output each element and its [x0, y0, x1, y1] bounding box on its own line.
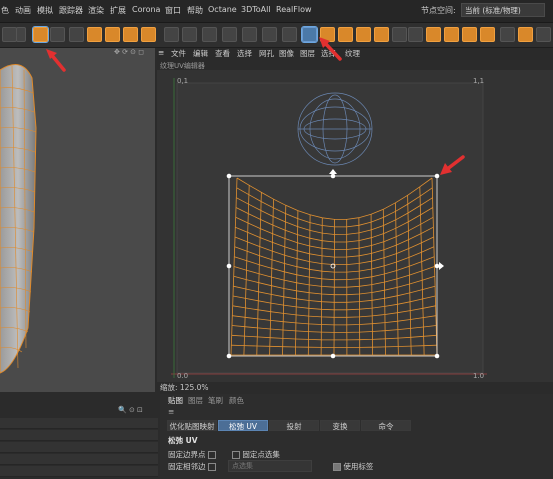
uv-canvas[interactable]: 0,1 1,1 0.0 1.0	[157, 70, 553, 382]
subtab-projection[interactable]: 投射	[269, 420, 319, 431]
subtab-optimal-mapping[interactable]: 优化贴图映射	[167, 420, 217, 431]
tool-button[interactable]	[2, 27, 17, 42]
list-row[interactable]	[0, 466, 158, 477]
tool-button[interactable]	[222, 27, 237, 42]
option-use-tags: 使用标签	[331, 461, 373, 472]
uv-tool-icon[interactable]	[518, 27, 533, 42]
menu-window[interactable]: 窗口	[165, 5, 181, 16]
uv-tool-icon[interactable]	[480, 27, 495, 42]
cube-icon[interactable]	[123, 27, 138, 42]
uv-menu-image[interactable]: 图像	[279, 48, 294, 59]
menu-corona[interactable]: Corona	[132, 5, 160, 14]
menu-bar: 色 动画 模拟 跟踪器 渲染 扩展 Corona 窗口 帮助 Octane 3D…	[0, 0, 553, 23]
tool-button[interactable]	[500, 27, 515, 42]
uv-canvas-drawing	[171, 78, 487, 378]
tab-brush[interactable]: 笔刷	[208, 395, 223, 406]
option-pin-selected: 固定点选集	[230, 449, 280, 460]
option-pin-border: 固定边界点	[168, 449, 216, 460]
subtab-relax-uv[interactable]: 松弛 UV	[218, 420, 268, 431]
menu-tracker[interactable]: 跟踪器	[59, 5, 83, 16]
cube-icon[interactable]	[87, 27, 102, 42]
annotation-arrow-icon	[46, 49, 66, 72]
list-row[interactable]	[0, 418, 158, 429]
menu-simulate[interactable]: 模拟	[37, 5, 53, 16]
tool-button[interactable]	[392, 27, 407, 42]
tool-button[interactable]	[536, 27, 551, 42]
point-set-label: 点选集	[232, 462, 253, 470]
tool-button[interactable]	[408, 27, 423, 42]
3d-viewport[interactable]	[0, 48, 155, 392]
uv-corner-top-left: 0,1	[177, 77, 189, 85]
uv-menu-layer[interactable]: 图层	[300, 48, 315, 59]
viewport-mesh	[0, 64, 37, 374]
tool-button[interactable]	[69, 27, 84, 42]
tab-texture[interactable]: 贴图	[168, 395, 183, 406]
menu-extensions[interactable]: 扩展	[110, 5, 126, 16]
uv-corner-top-right: 1,1	[473, 77, 485, 85]
toolbar	[0, 23, 553, 48]
tool-button[interactable]	[282, 27, 297, 42]
hamburger-icon[interactable]: ≡	[168, 407, 174, 416]
option-pin-neighbors: 固定相邻边	[168, 461, 216, 472]
list-row[interactable]	[0, 430, 158, 441]
annotation-arrow-icon	[440, 155, 465, 175]
uv-relax-icon[interactable]	[301, 26, 318, 43]
attributes-panel-left: 🔍 ⊙ ⊡	[0, 394, 158, 479]
uv-tool-icon[interactable]	[462, 27, 477, 42]
panel-search-icons[interactable]: 🔍 ⊙ ⊡	[118, 406, 143, 414]
uv-menu-file[interactable]: 文件	[171, 48, 186, 59]
section-title: 松弛 UV	[168, 436, 198, 445]
uv-menu-mesh[interactable]: 网孔	[259, 48, 274, 59]
uv-tool-icon[interactable]	[444, 27, 459, 42]
uv-menu-texture[interactable]: 纹理	[345, 48, 360, 59]
pin-neighbors-checkbox[interactable]	[207, 463, 216, 471]
node-space-label: 节点空间:	[421, 6, 456, 15]
uv-corner-bottom-right: 1.0	[473, 372, 485, 380]
uv-editor-menubar: ≡ 文件 编辑 查看 选择 网孔 图像 图层 选择 纹理	[157, 48, 553, 60]
subtab-commands[interactable]: 命令	[361, 420, 411, 431]
tab-color[interactable]: 颜色	[229, 395, 244, 406]
option-pin-selected-label: 固定点选集	[242, 450, 280, 459]
list-row[interactable]	[0, 454, 158, 465]
menu-render[interactable]: 渲染	[88, 5, 104, 16]
menu-help[interactable]: 帮助	[187, 5, 203, 16]
use-tags-checkbox[interactable]	[333, 463, 341, 471]
layout-select[interactable]: 当前 (标准/物理)	[461, 3, 545, 17]
point-set-field[interactable]: 点选集	[228, 460, 312, 472]
uv-point-mode-icon[interactable]	[50, 27, 65, 42]
hamburger-icon[interactable]: ≡	[158, 48, 164, 57]
tool-button[interactable]	[262, 27, 277, 42]
tool-button[interactable]	[202, 27, 217, 42]
uv-menu-edit[interactable]: 编辑	[193, 48, 208, 59]
uv-menu-select[interactable]: 选择	[237, 48, 252, 59]
option-pin-neighbors-label: 固定相邻边	[168, 462, 206, 471]
checker-icon[interactable]	[164, 27, 179, 42]
tab-layer[interactable]: 图层	[188, 395, 203, 406]
subtab-transform[interactable]: 变换	[320, 420, 360, 431]
annotation-arrow-icon	[319, 37, 342, 61]
pin-selected-checkbox[interactable]	[232, 451, 240, 459]
uv-tool-icon[interactable]	[426, 27, 441, 42]
option-use-tags-label: 使用标签	[343, 462, 374, 471]
viewport-nav-icons[interactable]: ✥ ⟳ ⊙ ◻	[114, 48, 155, 58]
uv-zoom-readout: 缩放: 125.0%	[160, 383, 209, 392]
tool-button[interactable]	[16, 27, 26, 42]
uv-tool-icon[interactable]	[374, 27, 389, 42]
cube-icon[interactable]	[105, 27, 120, 42]
tool-button[interactable]	[182, 27, 197, 42]
menu-color[interactable]: 色	[1, 5, 9, 16]
uv-corner-bottom-left: 0.0	[177, 372, 189, 380]
option-pin-border-label: 固定边界点	[168, 450, 206, 459]
tool-button[interactable]	[242, 27, 257, 42]
uv-tool-icon[interactable]	[356, 27, 371, 42]
uv-menu-view[interactable]: 查看	[215, 48, 230, 59]
menu-animation[interactable]: 动画	[15, 5, 31, 16]
cube-icon[interactable]	[141, 27, 156, 42]
menu-3dtoall[interactable]: 3DToAll	[241, 5, 271, 14]
menu-octane[interactable]: Octane	[208, 5, 237, 14]
list-row[interactable]	[0, 442, 158, 453]
uv-polygon-mode-icon[interactable]	[32, 26, 49, 43]
pin-border-checkbox[interactable]	[207, 451, 216, 459]
menu-realflow[interactable]: RealFlow	[276, 5, 312, 14]
